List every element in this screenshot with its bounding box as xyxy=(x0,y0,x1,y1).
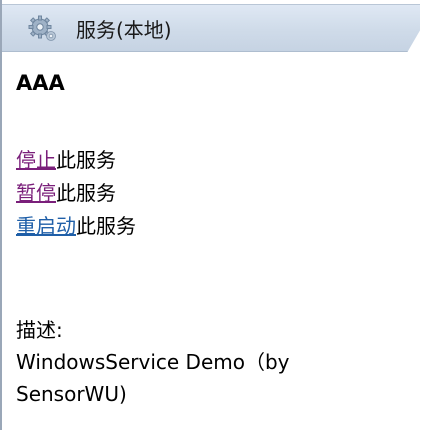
gear-icon xyxy=(28,15,58,43)
service-name: AAA xyxy=(16,71,65,95)
description-text: WindowsService Demo（by SensorWU) xyxy=(16,350,290,406)
description-block: 描述: WindowsService Demo（by SensorWU) xyxy=(16,314,396,410)
service-details-pane: 服务(本地) AAA 停止此服务 暂停此服务 重启动此服务 描述: Window… xyxy=(0,0,422,430)
pane-header: 服务(本地) xyxy=(2,4,420,52)
restart-service-suffix: 此服务 xyxy=(76,214,136,238)
pane-title: 服务(本地) xyxy=(76,18,172,42)
description-label: 描述: xyxy=(16,318,63,342)
restart-service-link[interactable]: 重启动 xyxy=(16,214,76,238)
stop-service-link[interactable]: 停止 xyxy=(16,148,56,172)
service-actions: 停止此服务 暂停此服务 重启动此服务 xyxy=(16,144,136,243)
pause-service-link[interactable]: 暂停 xyxy=(16,181,56,205)
pause-service-suffix: 此服务 xyxy=(56,181,116,205)
service-content: AAA 停止此服务 暂停此服务 重启动此服务 描述: WindowsServic… xyxy=(16,70,416,406)
restart-service-line: 重启动此服务 xyxy=(16,210,136,243)
pause-service-line: 暂停此服务 xyxy=(16,177,136,210)
stop-service-line: 停止此服务 xyxy=(16,144,136,177)
stop-service-suffix: 此服务 xyxy=(56,148,116,172)
